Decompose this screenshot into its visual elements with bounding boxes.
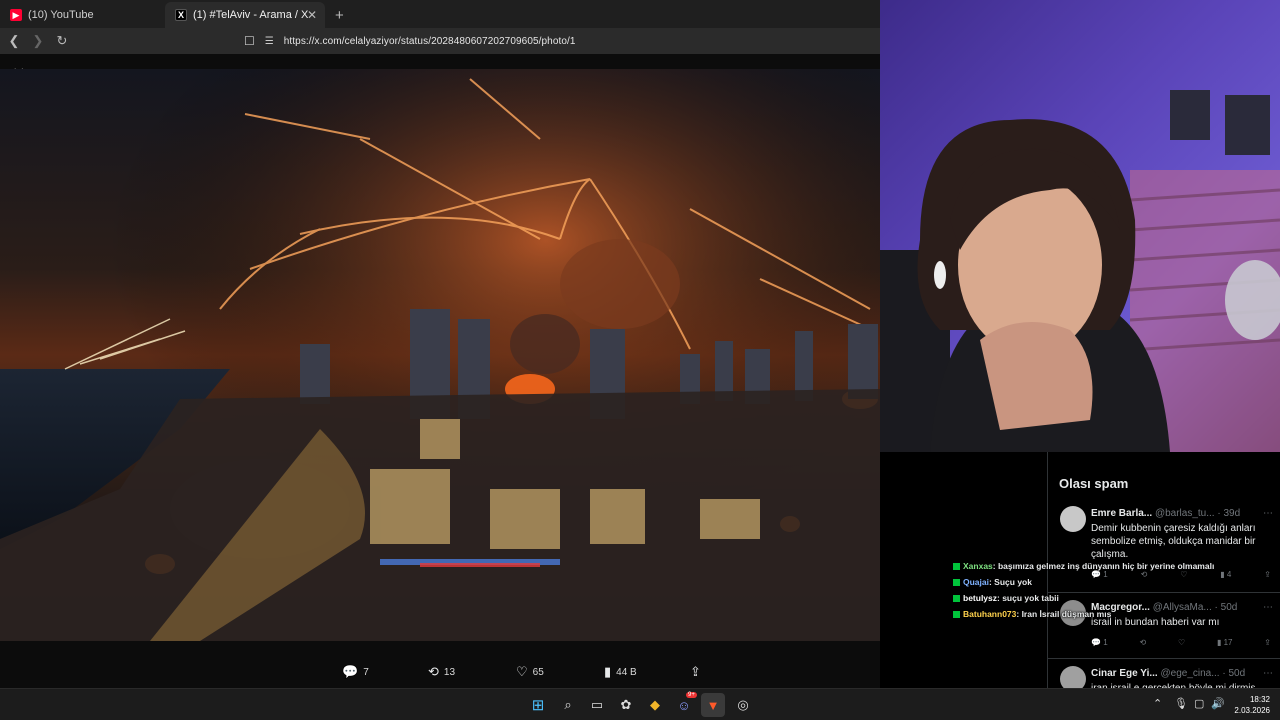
streamer-illustration xyxy=(880,90,1280,452)
views-button[interactable]: ▮ 44 B xyxy=(604,664,637,680)
repost-count: 13 xyxy=(443,666,456,678)
views-metric-count: 17 xyxy=(1223,638,1233,647)
microphone-icon[interactable]: 🎙 xyxy=(1174,697,1188,710)
chat-text: : başımıza gelmez inş dünyanın hiç bir y… xyxy=(992,561,1215,571)
tweet-header: Emre Barla... @barlas_tu... · 39d xyxy=(1091,508,1240,519)
brave-browser-icon[interactable]: ▼ xyxy=(701,693,725,717)
tweet-metrics: 💬 1 ⟲ ♡ ▮ 17 ⇪ xyxy=(1091,638,1271,647)
tweet-text: Demir kubbenin çaresiz kaldığı anları se… xyxy=(1091,523,1256,560)
discord-icon[interactable]: ☺ xyxy=(674,695,694,715)
chat-message: betulysz: suçu yok tabii xyxy=(953,590,1253,606)
share-metric[interactable]: ⇪ xyxy=(1264,570,1271,579)
tweet-photo[interactable] xyxy=(0,69,880,641)
repost-button[interactable]: ⟲ 13 xyxy=(428,664,455,680)
views-chart-icon: ▮ xyxy=(604,664,612,679)
chat-username: Batuhann073 xyxy=(963,609,1017,619)
reply-metric-count: 1 xyxy=(1103,638,1108,647)
more-options-icon[interactable]: ⋯ xyxy=(1263,602,1273,613)
photo-viewer: ✕ xyxy=(0,54,880,688)
tray-chevron-icon[interactable]: ⌃ xyxy=(1153,697,1162,710)
address-bar[interactable]: ☐ ☰ https://x.com/celalyaziyor/status/20… xyxy=(244,30,880,52)
reply-button[interactable]: 💬 7 xyxy=(342,664,369,680)
new-tab-button[interactable]: + xyxy=(335,2,344,28)
clock-time: 18:32 xyxy=(1249,695,1270,704)
browser-toolbar: ❮ ❯ ↻ ☐ ☰ https://x.com/celalyaziyor/sta… xyxy=(0,28,880,54)
tab-youtube[interactable]: ▶ (10) YouTube xyxy=(0,2,165,28)
moderator-badge-icon xyxy=(953,611,960,619)
author-name[interactable]: Emre Barla... xyxy=(1091,508,1152,519)
share-metric[interactable]: ⇪ xyxy=(1264,638,1271,647)
youtube-icon: ▶ xyxy=(10,9,22,21)
chat-message: Xanxas: başımıza gelmez inş dünyanın hiç… xyxy=(953,558,1253,574)
chat-message: Quajai: Suçu yok xyxy=(953,574,1253,590)
tab-youtube-title: (10) YouTube xyxy=(28,9,94,21)
task-view-icon[interactable]: ▭ xyxy=(587,695,607,715)
tab-x-title: (1) #TelAviv - Arama / X xyxy=(193,9,309,21)
author-handle[interactable]: @ege_cina... xyxy=(1160,668,1219,679)
site-info-icon[interactable]: ☰ xyxy=(265,36,274,47)
url-text: https://x.com/celalyaziyor/status/202848… xyxy=(283,35,576,47)
reply-count: 7 xyxy=(363,666,369,678)
moderator-badge-icon xyxy=(953,595,960,603)
chat-text: : Iran İsrail düşman mıs xyxy=(1016,609,1112,619)
reload-button[interactable]: ↻ xyxy=(52,33,72,49)
obs-icon[interactable]: ◎ xyxy=(733,695,753,715)
tweet-time: · 50d xyxy=(1222,668,1246,679)
chat-text: : Suçu yok xyxy=(988,577,1032,587)
x-logo-icon: X xyxy=(175,9,187,21)
discord-badge: 9+ xyxy=(686,692,697,698)
chatgpt-icon[interactable]: ✿ xyxy=(616,695,636,715)
more-options-icon[interactable]: ⋯ xyxy=(1263,668,1273,679)
reply-icon: 💬 xyxy=(342,664,359,679)
windows-taskbar: ⊞ ⌕ ▭ ✿ ◆ ☺ 9+ ▼ ◎ ⌃ 🎙 ▢ 🔊 18:32 2.03.20… xyxy=(0,688,1280,720)
chat-username: Quajai xyxy=(963,577,989,587)
bookmark-icon[interactable]: ☐ xyxy=(244,34,255,48)
webcam-overlay xyxy=(880,0,1280,452)
views-count: 44 B xyxy=(616,666,637,678)
views-metric[interactable]: ▮ 17 xyxy=(1217,638,1233,647)
tweet-action-bar: 💬 7 ⟲ 13 ♡ 65 ▮ 44 B ⇪ xyxy=(0,660,880,684)
stream-chat-overlay: Xanxas: başımıza gelmez inş dünyanın hiç… xyxy=(953,558,1253,622)
heart-icon: ♡ xyxy=(516,664,528,679)
moderator-badge-icon xyxy=(953,579,960,587)
chat-username: Xanxas xyxy=(963,561,993,571)
author-handle[interactable]: @barlas_tu... xyxy=(1155,508,1215,519)
system-clock[interactable]: 18:32 2.03.2026 xyxy=(1234,694,1270,716)
chat-username: betulysz xyxy=(963,593,998,603)
moderator-badge-icon xyxy=(953,563,960,571)
back-button[interactable]: ❮ xyxy=(4,33,24,49)
divider xyxy=(1048,658,1280,659)
windows-start-icon[interactable]: ⊞ xyxy=(528,695,548,715)
like-count: 65 xyxy=(532,666,544,678)
author-name[interactable]: Cinar Ege Yi... xyxy=(1091,668,1158,679)
search-icon[interactable]: ⌕ xyxy=(558,695,578,715)
tweet-header: Cinar Ege Yi... @ege_cina... · 50d xyxy=(1091,668,1245,679)
tab-x-telaviv[interactable]: X (1) #TelAviv - Arama / X ✕ xyxy=(165,2,325,28)
browser-tab-bar: ▶ (10) YouTube X (1) #TelAviv - Arama / … xyxy=(0,0,880,28)
like-button[interactable]: ♡ 65 xyxy=(516,664,544,680)
network-icon[interactable]: ▢ xyxy=(1194,697,1204,710)
more-options-icon[interactable]: ⋯ xyxy=(1263,508,1273,519)
reply-metric[interactable]: 💬 1 xyxy=(1091,638,1108,647)
chat-text: : suçu yok tabii xyxy=(997,593,1059,603)
avatar[interactable] xyxy=(1060,506,1086,532)
share-button[interactable]: ⇪ xyxy=(690,664,706,680)
repost-metric[interactable]: ⟲ xyxy=(1139,638,1146,647)
forward-button[interactable]: ❯ xyxy=(28,33,48,49)
chat-message: Batuhann073: Iran İsrail düşman mıs xyxy=(953,606,1253,622)
volume-icon[interactable]: 🔊 xyxy=(1211,697,1225,710)
share-icon: ⇪ xyxy=(690,664,701,679)
photo-illustration xyxy=(0,69,880,641)
close-tab-icon[interactable]: ✕ xyxy=(307,8,317,22)
app-icon[interactable]: ◆ xyxy=(645,695,665,715)
tweet-time: · 39d xyxy=(1217,508,1241,519)
like-metric[interactable]: ♡ xyxy=(1178,638,1185,647)
section-title: Olası spam xyxy=(1059,476,1129,491)
repost-icon: ⟲ xyxy=(428,664,439,679)
clock-date: 2.03.2026 xyxy=(1234,706,1270,715)
